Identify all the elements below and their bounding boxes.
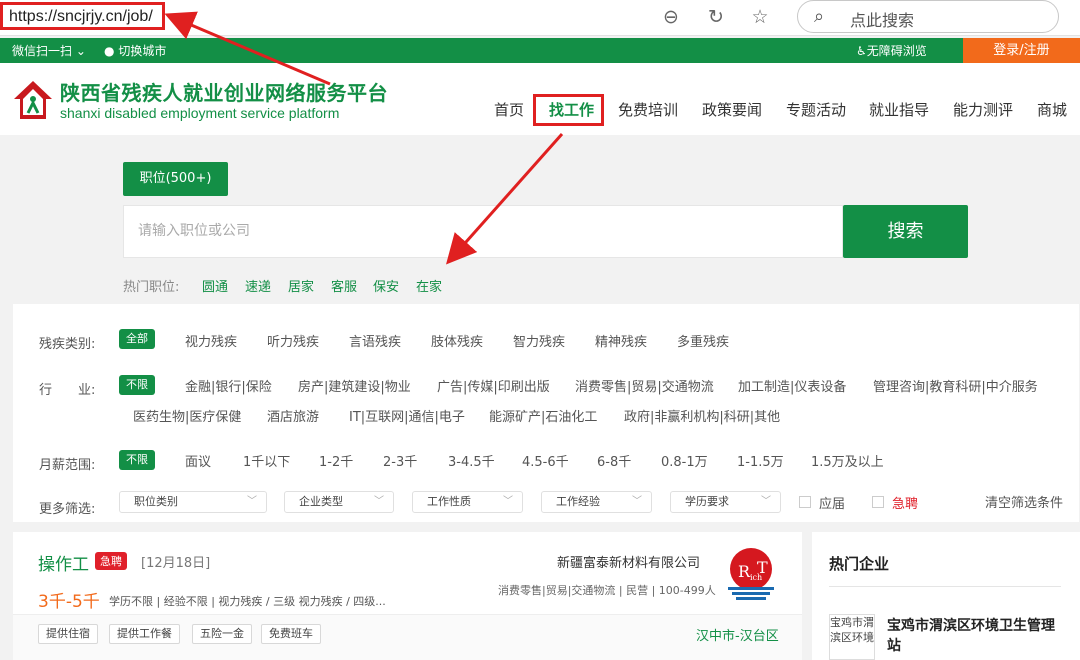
annotation-arrow-to-search xyxy=(446,133,564,265)
annotation-arrows xyxy=(164,11,564,265)
annotation-arrow-to-url xyxy=(164,11,331,86)
